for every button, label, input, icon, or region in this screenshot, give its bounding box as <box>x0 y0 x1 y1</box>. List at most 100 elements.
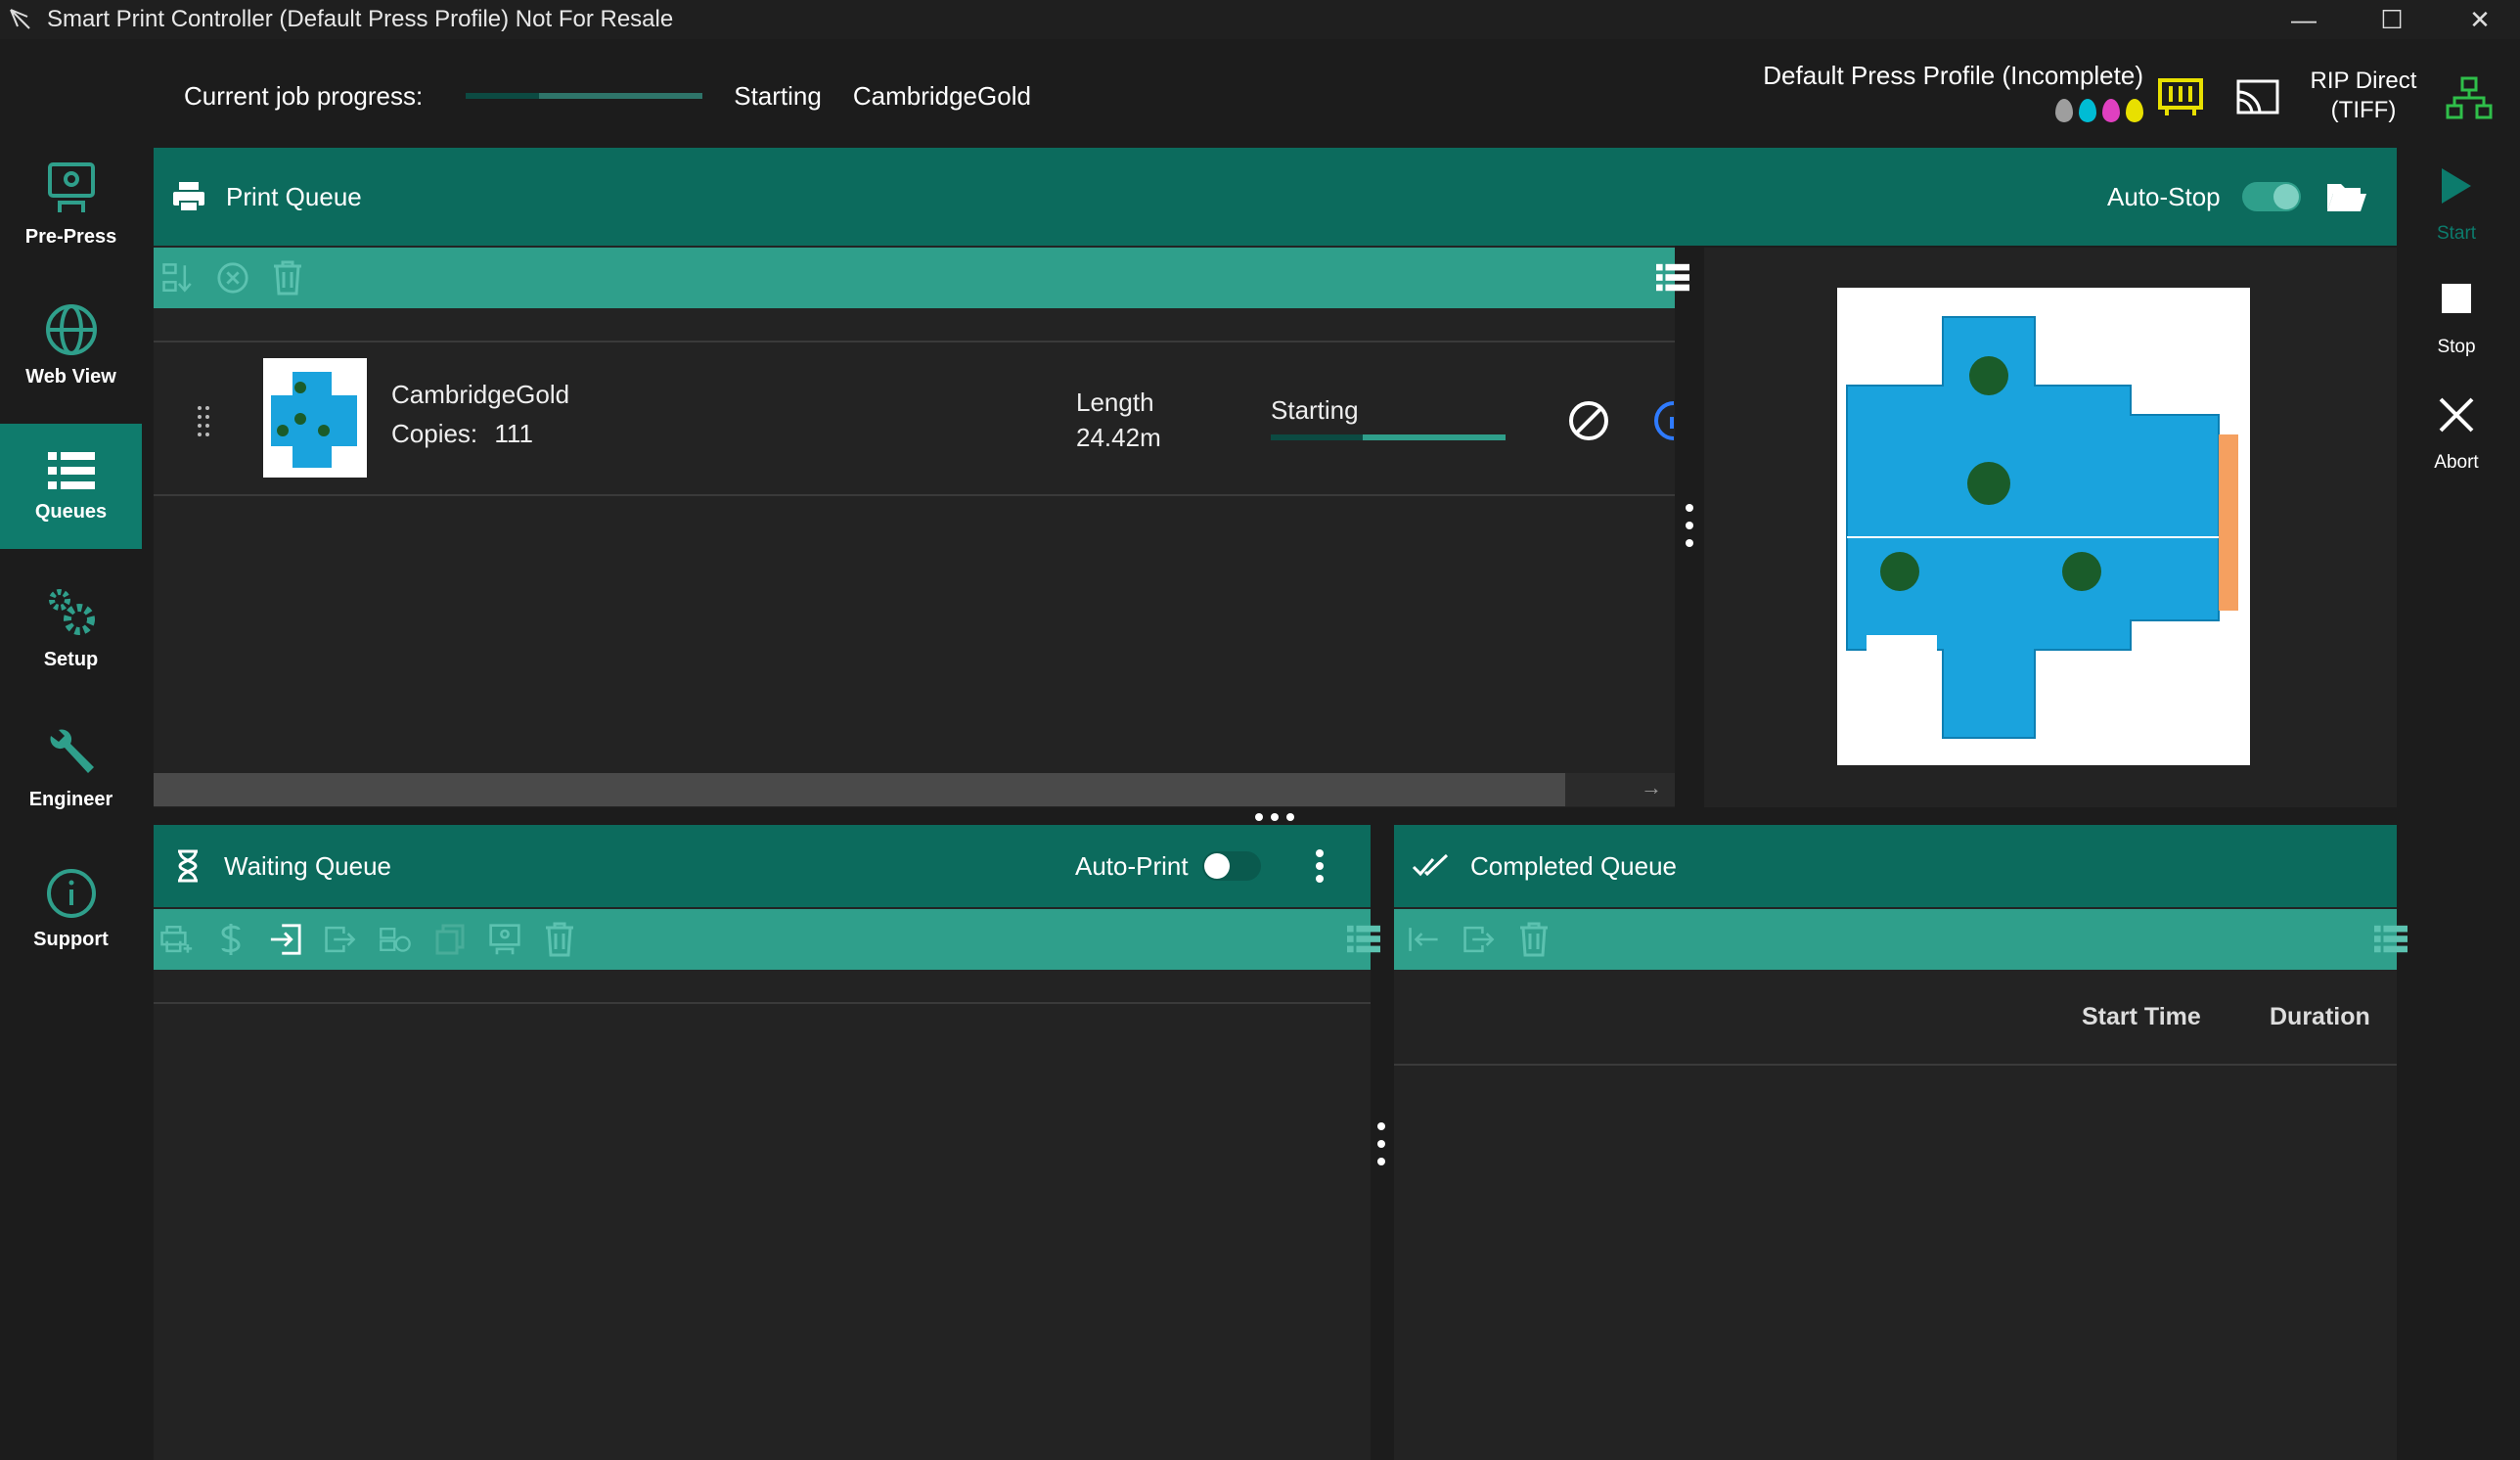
delete-button[interactable] <box>271 260 304 296</box>
waiting-list-view-button[interactable] <box>1347 923 1380 956</box>
nav-web-view[interactable]: Web View <box>0 283 142 408</box>
trash-icon <box>546 922 573 957</box>
app-logo-icon <box>10 9 30 29</box>
completed-delete-button[interactable] <box>1517 922 1551 957</box>
play-icon <box>2442 168 2471 204</box>
list-icon <box>47 451 95 489</box>
hourglass-icon <box>178 849 198 883</box>
move-back-icon <box>1409 928 1438 951</box>
more-options-icon[interactable] <box>1314 848 1326 884</box>
completed-list-view-button[interactable] <box>2374 923 2408 956</box>
start-label: Start <box>2436 223 2477 244</box>
nav-engineer[interactable]: Engineer <box>0 706 142 831</box>
job-status: Starting <box>1271 395 1359 425</box>
sort-button[interactable] <box>161 261 195 295</box>
copies-label: Copies: <box>391 419 478 448</box>
print-queue-toolbar <box>154 248 1689 308</box>
cast-icon[interactable] <box>2235 78 2280 117</box>
double-check-icon <box>1412 853 1449 877</box>
drag-handle-icon[interactable] <box>197 405 210 438</box>
progress-status: Starting <box>734 80 822 111</box>
preview-page[interactable] <box>1837 288 2250 765</box>
job-copies: Copies: 111 <box>391 419 533 449</box>
window-title: Smart Print Controller (Default Press Pr… <box>47 6 674 32</box>
column-start-time[interactable]: Start Time <box>2082 1003 2201 1031</box>
job-progress-bar-row <box>1271 434 1506 440</box>
maximize-button[interactable]: ☐ <box>2348 0 2436 39</box>
rip-mode[interactable]: RIP Direct (TIFF) <box>2305 67 2422 125</box>
printer-add-icon <box>160 925 193 953</box>
close-button[interactable]: ✕ <box>2436 0 2520 39</box>
horizontal-splitter-handle[interactable] <box>1253 811 1296 823</box>
nav-queues[interactable]: Queues <box>0 424 142 549</box>
completed-queue-body <box>1394 907 2397 1460</box>
abort-button[interactable]: Abort <box>2412 395 2500 474</box>
nav-support[interactable]: Support <box>0 846 142 972</box>
nav-pre-press[interactable]: Pre-Press <box>0 142 142 267</box>
ink-drop-0 <box>2055 99 2073 122</box>
scrollbar-thumb[interactable] <box>154 773 1565 806</box>
print-queue-body <box>154 246 1675 807</box>
ink-drop-3 <box>2126 99 2143 122</box>
job-name: CambridgeGold <box>391 380 570 409</box>
autoprint-toggle[interactable] <box>1202 851 1261 881</box>
print-now-button[interactable] <box>159 923 193 956</box>
header-divider <box>154 341 1675 342</box>
column-duration[interactable]: Duration <box>2270 1003 2370 1031</box>
send-to-prepress-button[interactable] <box>488 923 521 956</box>
autoprint-toggle-knob <box>1204 853 1230 879</box>
move-in-icon <box>270 924 301 955</box>
job-row[interactable]: CambridgeGold Copies: 111 Length 24.42m … <box>154 344 1675 496</box>
minimize-icon: — <box>2291 4 2317 34</box>
network-icon[interactable] <box>2446 76 2493 119</box>
job-row-progress-fill <box>1271 434 1363 440</box>
queue-splitter-handle[interactable] <box>1374 1120 1388 1167</box>
export-button[interactable] <box>324 923 357 956</box>
press-profile[interactable]: Default Press Profile (Incomplete) <box>1763 61 2143 122</box>
completed-export-button[interactable] <box>1462 923 1496 956</box>
job-progress-fill <box>466 93 540 99</box>
job-progress-bar <box>466 93 703 99</box>
wrench-icon <box>50 729 94 773</box>
nav-setup[interactable]: Setup <box>0 565 142 690</box>
print-queue-header: Print Queue Auto-Stop <box>154 148 2397 246</box>
completed-queue-toolbar <box>1394 909 2408 970</box>
sort-icon <box>162 263 192 293</box>
move-to-print-queue-button[interactable] <box>269 923 302 956</box>
cost-button[interactable] <box>214 923 248 956</box>
autostop-toggle[interactable] <box>2242 182 2301 211</box>
stop-button[interactable]: Stop <box>2412 282 2500 358</box>
press-controls: Start Stop Abort <box>2412 166 2500 511</box>
move-back-button[interactable] <box>1408 923 1441 956</box>
copies-value: 111 <box>494 419 533 448</box>
duplicate-button[interactable] <box>379 923 412 956</box>
left-navigation: Pre-Press Web View Queues Setup Engineer… <box>0 142 142 987</box>
start-button[interactable]: Start <box>2412 166 2500 245</box>
vertical-splitter-handle[interactable] <box>1683 502 1696 549</box>
folder-open-icon[interactable] <box>2325 180 2366 213</box>
preview-image <box>1846 316 2238 739</box>
waiting-delete-button[interactable] <box>543 922 576 957</box>
job-progress-area: Current job progress: Starting Cambridge… <box>184 76 1031 115</box>
controller-icon[interactable] <box>2157 74 2204 117</box>
waiting-queue-body <box>154 907 1371 1460</box>
title-bar: Smart Print Controller (Default Press Pr… <box>0 0 2520 39</box>
list-view-icon <box>1347 925 1380 953</box>
horizontal-scrollbar[interactable]: ← → <box>154 773 1675 806</box>
abort-label: Abort <box>2434 452 2479 473</box>
cancel-job-button[interactable] <box>216 261 249 295</box>
job-info-icon[interactable] <box>1652 399 1675 442</box>
completed-queue-header: Completed Queue <box>1394 825 2397 907</box>
job-length-value: 24.42m <box>1076 423 1161 452</box>
autostop-toggle-knob <box>2273 184 2299 209</box>
list-view-button[interactable] <box>1656 261 1689 295</box>
progress-job-name: CambridgeGold <box>852 80 1031 111</box>
copy-button[interactable] <box>433 923 467 956</box>
scroll-right-arrow[interactable]: → <box>1641 775 1662 800</box>
nav-label-web-view: Web View <box>25 365 116 388</box>
minimize-button[interactable]: — <box>2260 0 2348 39</box>
maximize-icon: ☐ <box>2380 4 2404 34</box>
waiting-queue-header: Waiting Queue Auto-Print <box>154 825 1371 907</box>
cancel-job-icon[interactable] <box>1567 399 1610 442</box>
nav-label-queues: Queues <box>34 500 108 523</box>
